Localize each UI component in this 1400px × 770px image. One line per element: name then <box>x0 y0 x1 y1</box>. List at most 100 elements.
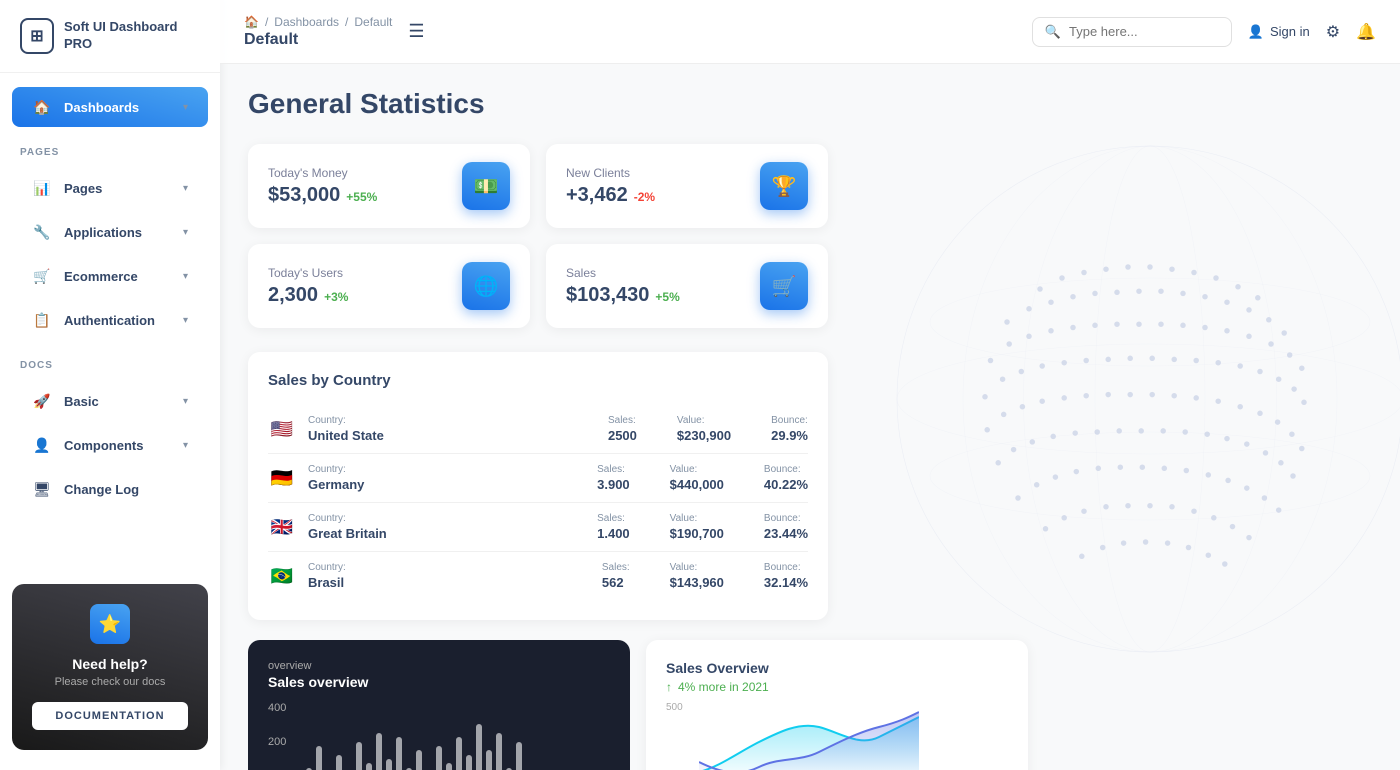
signin-button[interactable]: 👤 Sign in <box>1248 24 1310 40</box>
sidebar-item-basic[interactable]: 🚀 Basic ▾ <box>12 381 208 421</box>
chevron-down-icon: ▾ <box>183 396 188 407</box>
country-name-col: Country: Brasil <box>308 562 590 590</box>
sidebar-item-label: Ecommerce <box>64 269 171 284</box>
sidebar-item-label: Pages <box>64 181 171 196</box>
basic-icon: 🚀 <box>32 391 52 411</box>
value-col: Value: $143,960 <box>670 562 724 590</box>
stat-label: Sales <box>566 266 680 280</box>
country-flag: 🇬🇧 <box>268 517 296 537</box>
sidebar-item-label: Authentication <box>64 313 171 328</box>
sales-by-country-card: Sales by Country 🇺🇸 Country: United Stat… <box>248 352 828 620</box>
country-name-col: Country: United State <box>308 415 596 443</box>
bar <box>356 742 362 770</box>
bar-chart-title: Sales overview <box>268 674 368 690</box>
sidebar: ⊞ Soft UI Dashboard PRO 🏠 Dashboards ▾ P… <box>0 0 220 770</box>
bar <box>436 746 442 770</box>
value-col: Value: $230,900 <box>677 415 731 443</box>
country-col-label: Country: <box>308 562 590 573</box>
country-row: 🇬🇧 Country: Great Britain Sales: 1.400 V… <box>268 503 808 552</box>
stat-label: New Clients <box>566 166 655 180</box>
stat-icon-box: 🌐 <box>462 262 510 310</box>
country-name-col: Country: Germany <box>308 464 585 492</box>
stats-grid: Today's Money $53,000 +55% 💵 New Clients… <box>248 144 828 328</box>
country-stats: Sales: 3.900 Value: $440,000 Bounce: 40.… <box>597 464 808 492</box>
sidebar-item-dashboards[interactable]: 🏠 Dashboards ▾ <box>12 87 208 127</box>
stat-label: Today's Money <box>268 166 377 180</box>
bar <box>446 763 452 770</box>
country-row: 🇧🇷 Country: Brasil Sales: 562 Value: $14… <box>268 552 808 600</box>
sidebar-item-changelog[interactable]: 🖥 Change Log <box>12 469 208 509</box>
stat-info: Today's Users 2,300 +3% <box>268 266 348 307</box>
bar <box>486 750 492 770</box>
chevron-down-icon: ▾ <box>183 440 188 451</box>
dashboards-icon: 🏠 <box>32 97 52 117</box>
country-col-label: Country: <box>308 464 585 475</box>
stat-change: -2% <box>634 190 655 204</box>
stat-change: +55% <box>346 190 377 204</box>
sidebar-item-label: Components <box>64 438 171 453</box>
country-name: Brasil <box>308 575 590 590</box>
bar <box>386 759 392 770</box>
chevron-down-icon: ▾ <box>183 271 188 282</box>
bar <box>396 737 402 770</box>
bar <box>336 755 342 770</box>
sidebar-item-applications[interactable]: 🔧 Applications ▾ <box>12 212 208 252</box>
bar-chart-card: overview Sales overview 400 200 0 <box>248 640 630 770</box>
stat-card: Today's Users 2,300 +3% 🌐 <box>248 244 530 328</box>
documentation-button[interactable]: DOCUMENTATION <box>32 702 188 730</box>
bounce-col: Bounce: 23.44% <box>764 513 808 541</box>
stat-value: +3,462 <box>566 184 628 207</box>
auth-icon: 📋 <box>32 310 52 330</box>
components-icon: 👤 <box>32 435 52 455</box>
stat-info: Today's Money $53,000 +55% <box>268 166 377 207</box>
stat-label: Today's Users <box>268 266 348 280</box>
sales-col: Sales: 1.400 <box>597 513 630 541</box>
help-title: Need help? <box>32 656 188 672</box>
bar <box>516 742 522 770</box>
stat-icon-box: 🏆 <box>760 162 808 210</box>
country-flag: 🇺🇸 <box>268 419 296 439</box>
country-name: Germany <box>308 477 585 492</box>
help-card: ⭐ Need help? Please check our docs DOCUM… <box>12 584 208 750</box>
country-flag: 🇧🇷 <box>268 566 296 586</box>
sidebar-item-label: Applications <box>64 225 171 240</box>
bar <box>416 750 422 770</box>
sales-overview-card: Sales Overview ↑ 4% more in 2021 500 400 <box>646 640 1028 770</box>
search-box[interactable]: 🔍 <box>1032 17 1232 47</box>
bar <box>366 763 372 770</box>
sidebar-item-authentication[interactable]: 📋 Authentication ▾ <box>12 300 208 340</box>
line-chart-svg <box>699 702 919 770</box>
breadcrumb-path: 🏠 / Dashboards / Default <box>244 15 392 29</box>
stat-value-row: +3,462 -2% <box>566 184 655 207</box>
settings-icon[interactable]: ⚙ <box>1326 22 1340 42</box>
sidebar-item-components[interactable]: 👤 Components ▾ <box>12 425 208 465</box>
stat-card: Sales $103,430 +5% 🛒 <box>546 244 828 328</box>
sidebar-item-pages[interactable]: 📊 Pages ▾ <box>12 168 208 208</box>
breadcrumb: 🏠 / Dashboards / Default Default <box>244 15 392 49</box>
home-icon: 🏠 <box>244 15 259 29</box>
stat-value-row: $53,000 +55% <box>268 184 377 207</box>
signin-label: Sign in <box>1270 24 1310 39</box>
country-row: 🇩🇪 Country: Germany Sales: 3.900 Value: … <box>268 454 808 503</box>
content-area: General Statistics Today's Money $53,000… <box>220 64 1400 770</box>
stat-change: +5% <box>655 290 679 304</box>
hamburger-icon[interactable]: ☰ <box>408 21 424 42</box>
bounce-col: Bounce: 29.9% <box>771 415 808 443</box>
breadcrumb-default: Default <box>354 15 392 29</box>
bell-icon[interactable]: 🔔 <box>1356 22 1376 42</box>
sidebar-item-ecommerce[interactable]: 🛒 Ecommerce ▾ <box>12 256 208 296</box>
chevron-down-icon: ▾ <box>183 227 188 238</box>
sidebar-item-label: Change Log <box>64 482 188 497</box>
sales-col: Sales: 2500 <box>608 415 637 443</box>
country-col-label: Country: <box>308 513 585 524</box>
arrow-up-icon: ↑ <box>666 680 672 694</box>
help-subtitle: Please check our docs <box>32 676 188 688</box>
search-input[interactable] <box>1069 24 1219 39</box>
sales-overview-title: Sales Overview <box>666 660 1008 676</box>
sidebar-item-label: Dashboards <box>64 100 171 115</box>
sales-col: Sales: 3.900 <box>597 464 630 492</box>
help-star-icon: ⭐ <box>90 604 130 644</box>
bar <box>376 733 382 770</box>
applications-icon: 🔧 <box>32 222 52 242</box>
country-row: 🇺🇸 Country: United State Sales: 2500 Val… <box>268 405 808 454</box>
